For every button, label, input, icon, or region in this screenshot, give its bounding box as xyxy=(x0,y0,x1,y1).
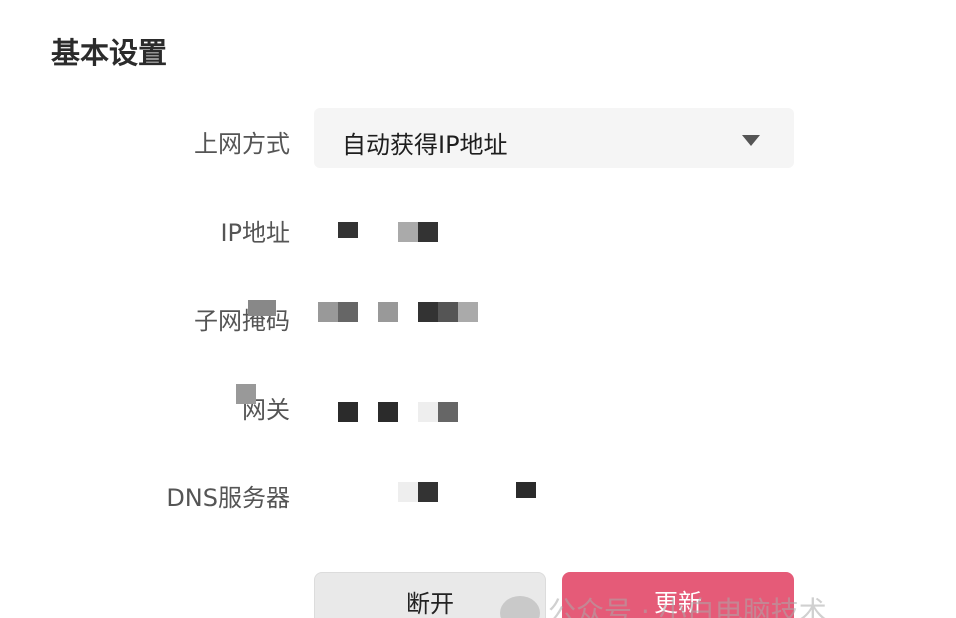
section-title: 基本设置 xyxy=(51,36,168,70)
connection-type-value: 自动获得IP地址 xyxy=(342,131,508,159)
connection-type-select[interactable]: 自动获得IP地址 xyxy=(314,108,794,168)
watermark-text: 公众号 · 小白电脑技术 xyxy=(548,595,827,618)
connection-type-label: 上网方式 xyxy=(194,130,290,158)
dns-server-label: DNS服务器 xyxy=(166,484,290,512)
ip-address-label: IP地址 xyxy=(220,219,290,247)
caret-down-icon xyxy=(742,135,760,146)
